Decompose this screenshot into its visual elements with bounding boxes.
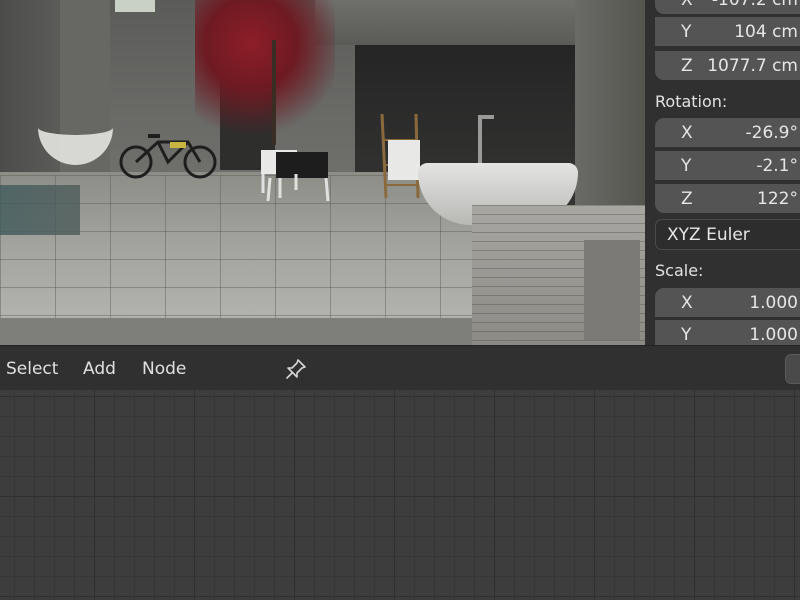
rotation-y-value: -2.1° [756, 156, 798, 176]
bath-faucet [478, 115, 494, 165]
ceiling-overhang [315, 0, 575, 45]
scale-label: Scale: [655, 261, 704, 280]
node-editor-header [0, 345, 800, 390]
location-x-field[interactable]: X -107.2 cm [655, 0, 800, 14]
bicycle [119, 134, 217, 179]
axis-label: Y [681, 22, 692, 42]
floor-edge [0, 318, 520, 345]
scale-y-value: 1.000 [749, 325, 798, 345]
location-y-field[interactable]: Y 104 cm [655, 17, 800, 46]
rotation-x-field[interactable]: X -26.9° [655, 118, 800, 147]
axis-label: Z [681, 189, 693, 209]
node-editor-grid-major [0, 390, 800, 600]
menu-node[interactable]: Node [142, 359, 186, 379]
axis-label: X [681, 123, 693, 143]
axis-label: Z [681, 56, 693, 76]
3d-viewport[interactable] [0, 0, 645, 345]
maple-tree-trunk [272, 40, 276, 145]
menu-add[interactable]: Add [83, 359, 116, 379]
rotation-y-field[interactable]: Y -2.1° [655, 151, 800, 180]
rotation-x-value: -26.9° [745, 123, 799, 143]
rotation-z-value: 122° [757, 189, 798, 209]
maple-tree-foliage [195, 0, 335, 145]
planter-inner-wall [584, 240, 640, 340]
scale-x-field[interactable]: X 1.000 [655, 288, 800, 317]
rotation-mode-dropdown[interactable]: XYZ Euler [655, 219, 800, 250]
scale-x-value: 1.000 [749, 293, 798, 313]
location-z-value: 1077.7 cm [707, 56, 798, 76]
outdoor-chairs [261, 150, 330, 202]
rotation-z-field[interactable]: Z 122° [655, 184, 800, 213]
menu-select[interactable]: Select [6, 359, 58, 379]
axis-label: X [681, 293, 693, 313]
pin-icon[interactable] [284, 357, 308, 381]
location-x-value: -107.2 cm [711, 0, 798, 10]
towel [388, 140, 420, 180]
skylight [115, 0, 155, 12]
water-pool [0, 185, 80, 235]
axis-label: Y [681, 325, 692, 345]
rotation-label: Rotation: [655, 92, 728, 111]
axis-label: Y [681, 156, 692, 176]
location-z-field[interactable]: Z 1077.7 cm [655, 51, 800, 80]
axis-label: X [681, 0, 693, 10]
location-y-value: 104 cm [734, 22, 798, 42]
header-side-button[interactable] [785, 354, 800, 384]
